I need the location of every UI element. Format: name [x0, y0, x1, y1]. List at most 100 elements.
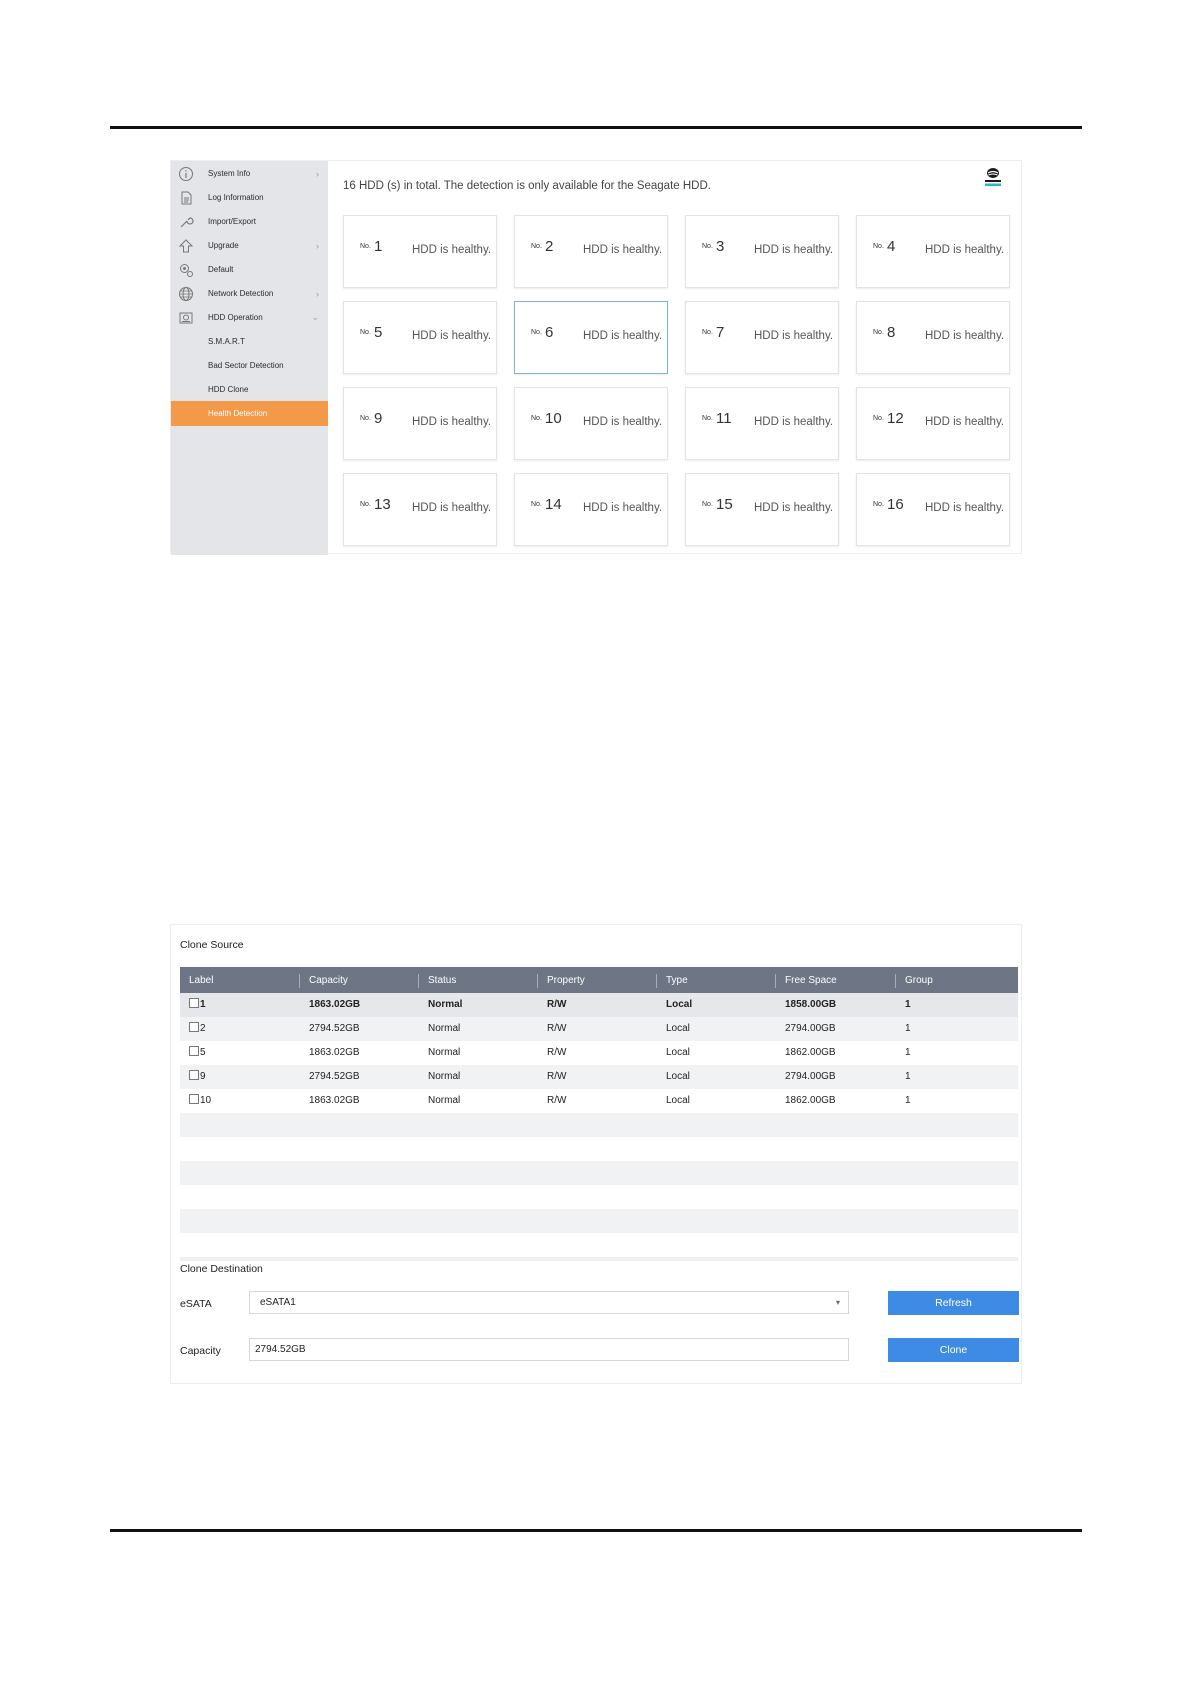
hdd-card-3[interactable]: No. 3 HDD is healthy. — [685, 215, 839, 288]
row-checkbox[interactable] — [189, 1094, 199, 1104]
column-header-property[interactable]: Property — [547, 967, 585, 993]
hdd-card-12[interactable]: No. 12 HDD is healthy. — [856, 387, 1010, 460]
seagate-skyhawk-logo-icon — [979, 165, 1007, 193]
chevron-down-icon[interactable]: ▾ — [836, 1292, 840, 1313]
sidebar-item-hdd-operation[interactable]: HDD Operation ⌄ — [171, 305, 328, 330]
cell-type: Local — [666, 1071, 690, 1082]
table-row[interactable]: 2 2794.52GB Normal R/W Local 2794.00GB 1 — [180, 1017, 1018, 1041]
table-row[interactable]: 9 2794.52GB Normal R/W Local 2794.00GB 1 — [180, 1065, 1018, 1089]
hdd-card-7[interactable]: No. 7 HDD is healthy. — [685, 301, 839, 374]
hdd-card-9[interactable]: No. 9 HDD is healthy. — [343, 387, 497, 460]
sidebar-item-system-info[interactable]: System Info › — [171, 161, 328, 186]
sidebar-item-label: HDD Operation — [208, 313, 263, 322]
hdd-status: HDD is healthy. — [754, 416, 834, 428]
row-checkbox[interactable] — [189, 1046, 199, 1056]
clone-button[interactable]: Clone — [888, 1338, 1019, 1362]
hdd-status: HDD is healthy. — [925, 502, 1005, 514]
health-detection-panel: System Info › Log Information Import/Export… — [170, 160, 1022, 555]
sidebar-item-label: Health Detection — [208, 409, 268, 418]
sidebar-item-s-m-a-r-t[interactable]: S.M.A.R.T — [171, 329, 328, 354]
cell-property: R/W — [547, 999, 567, 1010]
column-separator — [537, 974, 538, 988]
sidebar-item-import-export[interactable]: Import/Export — [171, 209, 328, 234]
hdd-card-10[interactable]: No. 10 HDD is healthy. — [514, 387, 668, 460]
column-header-group[interactable]: Group — [905, 967, 933, 993]
hdd-number: 14 — [545, 496, 562, 513]
esata-select-value: eSATA1 — [260, 1297, 296, 1308]
hdd-card-13[interactable]: No. 13 HDD is healthy. — [343, 473, 497, 546]
table-row[interactable]: 10 1863.02GB Normal R/W Local 1862.00GB 1 — [180, 1089, 1018, 1113]
esata-select[interactable]: eSATA1 ▾ — [249, 1291, 849, 1314]
hdd-card-4[interactable]: No. 4 HDD is healthy. — [856, 215, 1010, 288]
top-rule — [110, 126, 1082, 129]
column-separator — [775, 974, 776, 988]
hdd-number: 9 — [374, 410, 383, 427]
hdd-status: HDD is healthy. — [412, 502, 492, 514]
hdd-card-11[interactable]: No. 11 HDD is healthy. — [685, 387, 839, 460]
cell-label: 9 — [200, 1071, 206, 1082]
row-checkbox[interactable] — [189, 1022, 199, 1032]
cell-status: Normal — [428, 1071, 461, 1082]
hdd-number: 2 — [545, 238, 554, 255]
hdd-status: HDD is healthy. — [412, 244, 492, 256]
hdd-card-15[interactable]: No. 15 HDD is healthy. — [685, 473, 839, 546]
hdd-card-6[interactable]: No. 6 HDD is healthy. — [514, 301, 668, 374]
column-header-label[interactable]: Label — [189, 967, 213, 993]
hdd-card-1[interactable]: No. 1 HDD is healthy. — [343, 215, 497, 288]
column-header-capacity[interactable]: Capacity — [309, 967, 348, 993]
reset-gear-icon — [178, 262, 194, 278]
cell-property: R/W — [547, 1023, 567, 1034]
cell-type: Local — [666, 999, 693, 1010]
hdd-clone-panel: Clone Source Label Capacity Status Property… — [170, 924, 1022, 1384]
hdd-no-prefix: No. — [702, 329, 713, 336]
column-separator — [418, 974, 419, 988]
sidebar-item-upgrade[interactable]: Upgrade › — [171, 233, 328, 258]
sidebar-item-label: Default — [208, 265, 234, 274]
sidebar-item-health-detection[interactable]: Health Detection — [171, 401, 328, 426]
sidebar-item-network-detection[interactable]: Network Detection › — [171, 281, 328, 306]
wrench-icon — [178, 214, 194, 230]
sidebar-item-default[interactable]: Default — [171, 257, 328, 282]
hdd-no-prefix: No. — [360, 243, 371, 250]
column-header-status[interactable]: Status — [428, 967, 456, 993]
upload-arrow-icon — [178, 238, 194, 254]
row-checkbox[interactable] — [189, 998, 199, 1008]
sidebar-item-bad-sector-detection[interactable]: Bad Sector Detection — [171, 353, 328, 378]
label-cell: 1 — [189, 993, 206, 1017]
sidebar-item-log-information[interactable]: Log Information — [171, 185, 328, 210]
hdd-number: 16 — [887, 496, 904, 513]
refresh-button[interactable]: Refresh — [888, 1291, 1019, 1315]
hdd-no-prefix: No. — [531, 501, 542, 508]
cell-type: Local — [666, 1095, 690, 1106]
empty-table-row — [180, 1209, 1018, 1233]
chevron-down-icon: ⌄ — [311, 312, 319, 322]
hdd-number: 11 — [716, 410, 732, 427]
cell-capacity: 2794.52GB — [309, 1023, 360, 1034]
hdd-number: 6 — [545, 324, 554, 341]
hdd-card-16[interactable]: No. 16 HDD is healthy. — [856, 473, 1010, 546]
section-divider — [180, 1257, 1018, 1261]
hdd-status: HDD is healthy. — [583, 502, 663, 514]
chevron-right-icon: › — [316, 168, 319, 179]
hdd-card-2[interactable]: No. 2 HDD is healthy. — [514, 215, 668, 288]
row-checkbox[interactable] — [189, 1070, 199, 1080]
hdd-number: 7 — [716, 324, 725, 341]
cell-free-space: 1862.00GB — [785, 1095, 836, 1106]
capacity-field[interactable]: 2794.52GB — [249, 1338, 849, 1361]
hdd-card-5[interactable]: No. 5 HDD is healthy. — [343, 301, 497, 374]
column-header-free-space[interactable]: Free Space — [785, 967, 837, 993]
hdd-status: HDD is healthy. — [583, 244, 663, 256]
hdd-card-8[interactable]: No. 8 HDD is healthy. — [856, 301, 1010, 374]
table-row[interactable]: 1 1863.02GB Normal R/W Local 1858.00GB 1 — [180, 993, 1018, 1017]
hdd-status: HDD is healthy. — [754, 502, 834, 514]
label-cell: 10 — [189, 1089, 211, 1113]
column-separator — [895, 974, 896, 988]
hdd-card-14[interactable]: No. 14 HDD is healthy. — [514, 473, 668, 546]
sidebar-item-label: HDD Clone — [208, 385, 249, 394]
hdd-no-prefix: No. — [360, 415, 371, 422]
sidebar-item-hdd-clone[interactable]: HDD Clone — [171, 377, 328, 402]
cell-property: R/W — [547, 1071, 567, 1082]
hdd-number: 13 — [374, 496, 391, 513]
column-header-type[interactable]: Type — [666, 967, 688, 993]
table-row[interactable]: 5 1863.02GB Normal R/W Local 1862.00GB 1 — [180, 1041, 1018, 1065]
